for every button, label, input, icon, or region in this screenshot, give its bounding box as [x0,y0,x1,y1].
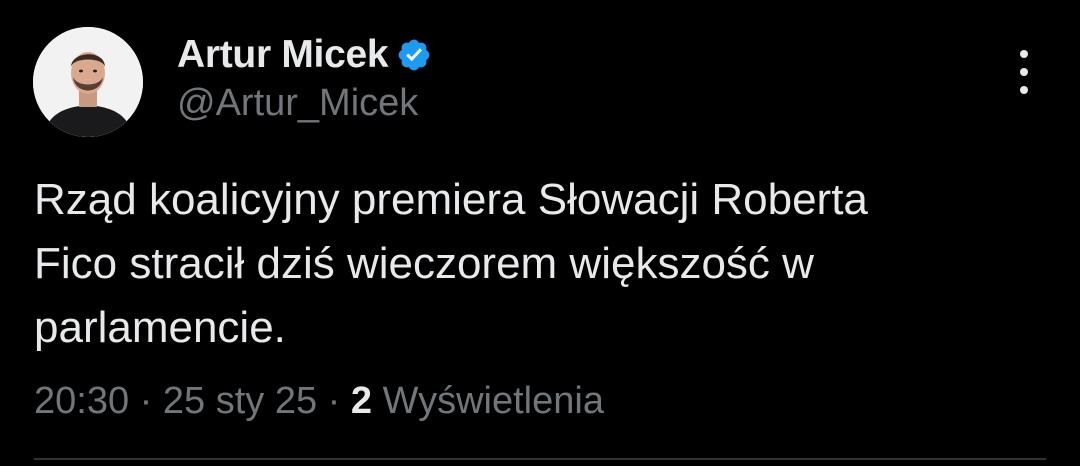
tweet-card: Artur Micek @Artur_Micek Rząd koalicyjny… [0,0,1080,466]
author-avatar[interactable] [33,27,143,137]
author-handle[interactable]: @Artur_Micek [177,82,418,125]
tweet-text: Rząd koalicyjny premiera Słowacji Robert… [34,175,868,352]
tweet-date[interactable]: 25 sty 25 [163,380,317,422]
meta-separator: · [139,380,153,422]
author-display-name[interactable]: Artur Micek [177,33,389,77]
verified-badge-icon[interactable] [396,37,432,73]
divider [34,458,1046,460]
meta-separator: · [327,380,341,422]
more-dot [1020,50,1028,58]
avatar-portrait-image [33,27,143,137]
more-dot [1020,68,1028,76]
tweet-meta: 20:30 · 25 sty 25 · 2 Wyświetlenia [34,380,604,423]
views-count[interactable]: 2 [351,380,372,422]
more-options-icon[interactable] [1004,50,1044,94]
author-name-row: Artur Micek [177,32,432,78]
views-label[interactable]: Wyświetlenia [383,380,604,422]
tweet-time[interactable]: 20:30 [34,380,129,422]
more-dot [1020,86,1028,94]
